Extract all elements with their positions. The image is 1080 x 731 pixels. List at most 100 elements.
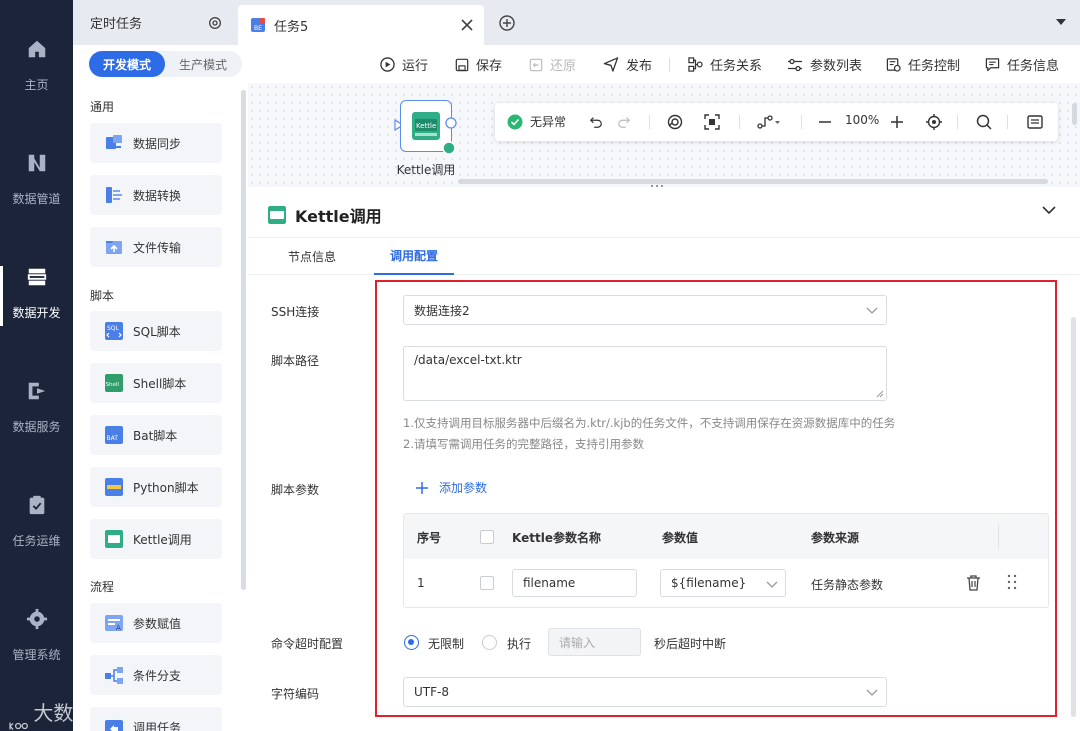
data-dev-icon: [27, 268, 46, 286]
ssh-label: SSH连接: [271, 305, 320, 319]
tab-task5[interactable]: BE 任务5: [238, 5, 484, 45]
component-label: Bat脚本: [133, 428, 178, 443]
tab-node-info[interactable]: 节点信息: [272, 238, 352, 275]
control-label: 任务控制: [908, 59, 961, 74]
undo-icon[interactable]: [589, 115, 603, 129]
component-condition-branch[interactable]: 条件分支: [90, 655, 222, 695]
node-label: Kettle调用: [396, 163, 456, 177]
zoom-level: 100%: [845, 113, 879, 127]
canvas-toolbar-divider: [739, 115, 740, 129]
component-sql-script[interactable]: SQL SQL脚本: [90, 311, 222, 351]
search-icon[interactable]: [976, 114, 992, 130]
file-transfer-icon: [106, 241, 122, 254]
nav-item-task-ops[interactable]: 任务运维: [0, 494, 73, 584]
connector-style-icon[interactable]: [757, 114, 781, 130]
publish-button[interactable]: 发布: [603, 55, 652, 74]
section-flow: 流程: [90, 580, 115, 594]
task-file-icon: BE: [251, 18, 265, 32]
component-shell-script[interactable]: Shell Shell脚本: [90, 363, 222, 403]
node-output-port-icon[interactable]: [445, 117, 457, 129]
prod-mode-button[interactable]: 生产模式: [165, 51, 241, 77]
run-button[interactable]: 运行: [380, 55, 428, 74]
task-info-icon: [985, 58, 1000, 72]
component-data-sync[interactable]: 数据同步: [90, 123, 222, 163]
sql-script-icon: SQL: [105, 322, 123, 340]
tab-dropdown-icon[interactable]: [1056, 18, 1066, 26]
panel-title-text: Kettle调用: [295, 207, 382, 226]
component-param-assign[interactable]: A 参数赋值: [90, 603, 222, 643]
nav-item-pipeline[interactable]: 数据管道: [0, 152, 73, 242]
param-label: 脚本参数: [271, 483, 320, 497]
component-data-transform[interactable]: 数据转换: [90, 175, 222, 215]
locate-icon[interactable]: [926, 114, 942, 130]
canvas-vertical-scrollbar[interactable]: [1072, 103, 1077, 125]
condition-branch-icon: [105, 667, 123, 684]
component-label: Python脚本: [133, 480, 199, 495]
node-config-panel: Kettle调用 节点信息 调用配置 SSH连接 数据连接2 脚本路径 /dat…: [248, 187, 1080, 731]
component-label: SQL脚本: [133, 324, 181, 339]
status-text: 无异常: [530, 115, 567, 129]
zoom-text: 100%: [845, 113, 880, 127]
canvas-toolbar-divider: [649, 115, 650, 129]
dev-mode-button[interactable]: 开发模式: [89, 51, 165, 77]
tab-scheduled[interactable]: 定时任务: [73, 0, 237, 45]
save-button[interactable]: 保存: [455, 55, 502, 74]
task-relations-button[interactable]: 任务关系: [688, 55, 762, 74]
fit-view-icon[interactable]: [704, 114, 720, 130]
component-file-transfer[interactable]: 文件传输: [90, 227, 222, 267]
panel-scrollbar[interactable]: [1071, 317, 1076, 717]
task-info-button[interactable]: 任务信息: [985, 55, 1059, 74]
settings-icon[interactable]: [207, 15, 223, 31]
data-transform-icon: [106, 187, 122, 203]
shell-script-icon: Shell: [105, 374, 123, 392]
zoom-out-icon[interactable]: [818, 115, 832, 129]
data-sync-icon: [106, 135, 122, 149]
data-service-icon: [28, 382, 45, 400]
add-tab-icon[interactable]: [499, 15, 515, 31]
left-panel-scrollbar[interactable]: [241, 90, 246, 590]
close-icon[interactable]: [460, 18, 474, 32]
restore-button[interactable]: 还原: [529, 55, 576, 74]
section-script: 脚本: [90, 289, 115, 303]
redo-icon[interactable]: [617, 115, 631, 129]
node-status-dot-icon: [442, 141, 456, 155]
component-call-task[interactable]: 调用任务: [90, 707, 222, 731]
task-control-button[interactable]: 任务控制: [886, 55, 960, 74]
nav-item-label: 任务运维: [12, 534, 61, 548]
kettle-node[interactable]: Kettle: [400, 100, 457, 155]
param-list-button[interactable]: 参数列表: [787, 55, 862, 74]
tab-call-config[interactable]: 调用配置: [374, 238, 454, 275]
kettle-icon: Kettle: [412, 112, 440, 140]
component-label: Kettle调用: [133, 532, 192, 547]
svg-text:Shell: Shell: [106, 382, 120, 388]
send-icon: [603, 57, 619, 72]
check-circle-icon: [507, 114, 523, 129]
nav-item-data-service[interactable]: 数据服务: [0, 380, 73, 470]
component-kettle-call[interactable]: Kettle调用: [90, 519, 222, 559]
nav-item-label: 数据开发: [12, 306, 61, 320]
canvas-toolbar: 无异常 100%: [495, 103, 1058, 141]
component-label: 数据同步: [133, 136, 182, 151]
save-label: 保存: [476, 59, 503, 74]
section-general: 通用: [90, 100, 115, 114]
nav-item-data-dev[interactable]: 数据开发: [0, 266, 73, 356]
component-bat-script[interactable]: BAT Bat脚本: [90, 415, 222, 455]
zoom-in-icon[interactable]: [890, 115, 904, 129]
task-ops-icon: [29, 495, 44, 515]
canvas-horizontal-scrollbar[interactable]: [458, 179, 1048, 184]
flow-canvas[interactable]: Kettle Kettle调用 无异常 100%: [248, 83, 1080, 191]
pipeline-icon: [28, 154, 45, 172]
chevron-down-icon[interactable]: [1042, 205, 1056, 215]
component-python-script[interactable]: Python脚本: [90, 467, 222, 507]
component-label: Shell脚本: [133, 376, 187, 391]
nav-item-label: 数据管道: [12, 192, 61, 206]
nav-item-label: 数据服务: [12, 420, 61, 434]
minimap-icon[interactable]: [1027, 115, 1043, 129]
auto-layout-icon[interactable]: [667, 114, 683, 130]
python-script-icon: [105, 478, 123, 496]
svg-text:BE: BE: [254, 25, 262, 32]
sliders-icon: [788, 58, 802, 71]
nav-item-admin[interactable]: 管理系统: [0, 608, 73, 698]
params-label: 参数列表: [810, 59, 863, 74]
nav-item-home[interactable]: 主页: [0, 38, 73, 128]
